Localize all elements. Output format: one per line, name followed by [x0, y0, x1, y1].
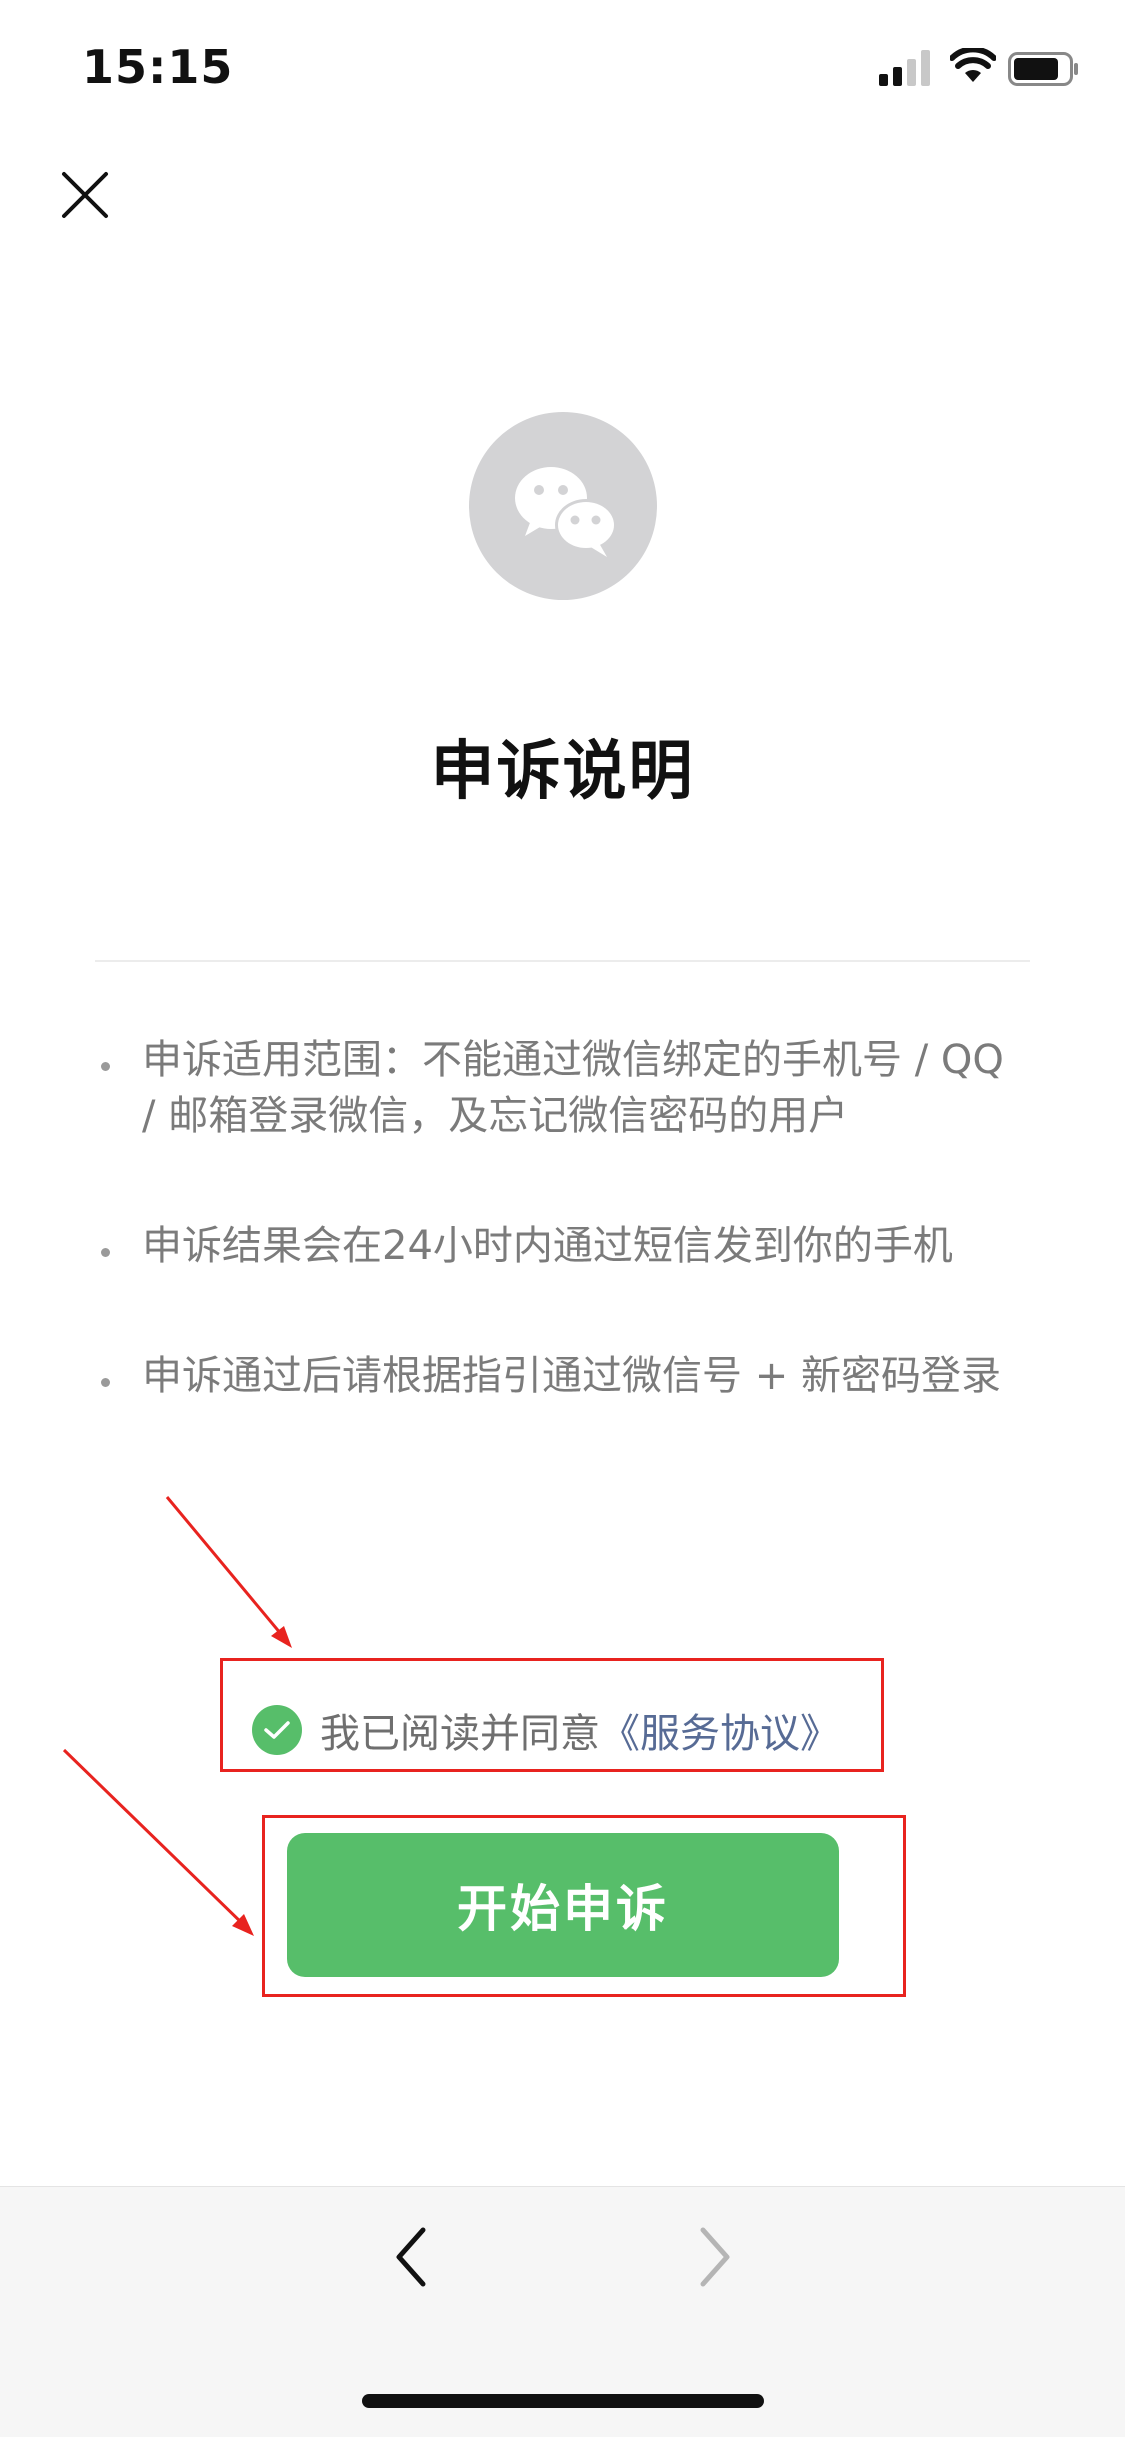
close-button[interactable] [50, 160, 120, 230]
close-icon [62, 172, 108, 218]
checkmark-icon [264, 1721, 290, 1739]
battery-icon [1008, 52, 1078, 86]
wechat-logo-icon [515, 467, 617, 557]
bullet-text: 申诉通过后请根据指引通过微信号 + 新密码登录 [142, 1353, 1001, 1399]
wifi-icon [950, 48, 996, 82]
agreement-text: 我已阅读并同意 [320, 1711, 600, 1757]
annotation-arrow-button [62, 1748, 249, 1930]
start-appeal-button[interactable]: 开始申诉 [287, 1833, 839, 1977]
divider [95, 960, 1030, 962]
page-title: 申诉说明 [430, 735, 695, 809]
wechat-logo [469, 412, 657, 600]
chevron-right-icon [700, 2227, 730, 2287]
agreement-checkbox[interactable] [252, 1705, 302, 1755]
arrowhead-button [232, 1914, 254, 1936]
status-time: 15:15 [82, 40, 234, 94]
arrowhead-agree [271, 1626, 292, 1648]
service-agreement-link[interactable]: 《服务协议》 [600, 1701, 840, 1759]
home-indicator [362, 2394, 764, 2408]
bullet-text: 申诉适用范围：不能通过微信绑定的手机号 / QQ / 邮箱登录微信，及忘记微信密… [142, 1037, 1004, 1139]
chevron-left-icon[interactable] [385, 2222, 439, 2292]
agreement-row[interactable]: 我已阅读并同意 《服务协议》 [252, 1700, 840, 1760]
bullet-dot [101, 1062, 110, 1071]
bullet-text: 申诉结果会在24小时内通过短信发到你的手机 [142, 1223, 953, 1269]
status-bar: 15:15 [0, 0, 1125, 140]
cellular-signal-icon [879, 50, 930, 86]
annotation-arrow-agree [165, 1496, 288, 1641]
bullet-dot [101, 1378, 110, 1387]
bullet-dot [101, 1248, 110, 1257]
